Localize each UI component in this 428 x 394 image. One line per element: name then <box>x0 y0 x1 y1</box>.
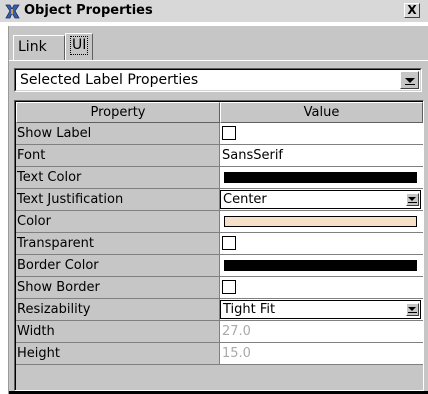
width-value: 27.0 <box>222 324 251 339</box>
property-value[interactable] <box>220 123 423 145</box>
properties-selector[interactable]: Selected Label Properties <box>14 68 422 92</box>
font-value[interactable]: SansSerif <box>222 145 283 166</box>
property-value: 15.0 <box>220 343 423 365</box>
property-name: Transparent <box>16 233 220 255</box>
property-value[interactable]: Center <box>220 189 423 211</box>
tab-link-label: Link <box>18 39 47 55</box>
window-title: Object Properties <box>24 3 153 18</box>
property-name: Show Border <box>16 277 220 299</box>
object-properties-window: Object Properties X Link UI Selected Lab… <box>0 0 428 394</box>
color-swatch[interactable] <box>224 216 417 227</box>
chevron-down-icon <box>405 78 415 83</box>
property-name: Height <box>16 343 220 365</box>
property-value: 27.0 <box>220 321 423 343</box>
border-color-swatch[interactable] <box>224 260 417 271</box>
property-name: Width <box>16 321 220 343</box>
property-value[interactable] <box>220 277 423 299</box>
property-value[interactable]: SansSerif <box>220 145 423 167</box>
text-color-swatch[interactable] <box>224 172 417 183</box>
table-row: Width 27.0 <box>16 321 423 343</box>
table-row: Resizability Tight Fit <box>16 299 423 321</box>
properties-selector-dropdown-button[interactable] <box>400 71 419 89</box>
show-label-checkbox[interactable] <box>222 126 236 140</box>
close-icon: X <box>407 3 417 17</box>
properties-selector-value: Selected Label Properties <box>20 72 199 88</box>
table-row: Border Color <box>16 255 423 277</box>
property-value[interactable] <box>220 211 423 233</box>
table-row: Text Justification Center <box>16 189 423 211</box>
table-row: Show Label <box>16 123 423 145</box>
tool-icon <box>5 4 20 19</box>
column-header-property[interactable]: Property <box>16 102 220 123</box>
tab-link[interactable]: Link <box>13 35 65 60</box>
resizability-select[interactable]: Tight Fit <box>220 300 421 319</box>
chevron-down-icon <box>408 307 416 311</box>
text-justification-select[interactable]: Center <box>220 190 421 209</box>
tab-panel-border <box>9 60 428 61</box>
chevron-down-icon <box>408 197 416 201</box>
property-value[interactable]: Tight Fit <box>220 299 423 321</box>
height-value: 15.0 <box>222 346 251 361</box>
property-value[interactable] <box>220 167 423 189</box>
table-row: Show Border <box>16 277 423 299</box>
property-value[interactable] <box>220 233 423 255</box>
resizability-dropdown-button[interactable] <box>406 303 419 316</box>
property-name: Border Color <box>16 255 220 277</box>
title-bar[interactable]: Object Properties X <box>0 0 428 22</box>
table-row: Color <box>16 211 423 233</box>
column-header-value[interactable]: Value <box>220 102 423 123</box>
property-name: Resizability <box>16 299 220 321</box>
text-justification-dropdown-button[interactable] <box>406 193 419 206</box>
table-row: Height 15.0 <box>16 343 423 365</box>
property-name: Color <box>16 211 220 233</box>
close-button[interactable]: X <box>404 3 420 18</box>
tab-ui[interactable]: UI <box>65 33 93 60</box>
properties-table: Property Value Show Label Font SansSerif… <box>14 100 424 391</box>
table-row: Text Color <box>16 167 423 189</box>
resizability-value: Tight Fit <box>223 302 276 317</box>
show-border-checkbox[interactable] <box>222 280 236 294</box>
property-value[interactable] <box>220 255 423 277</box>
tab-ui-label: UI <box>70 36 89 55</box>
property-name: Font <box>16 145 220 167</box>
text-justification-value: Center <box>223 192 267 207</box>
table-row: Transparent <box>16 233 423 255</box>
property-name: Show Label <box>16 123 220 145</box>
transparent-checkbox[interactable] <box>222 236 236 250</box>
table-row: Font SansSerif <box>16 145 423 167</box>
property-name: Text Justification <box>16 189 220 211</box>
client-area: Link UI Selected Label Properties Proper… <box>8 26 428 394</box>
property-name: Text Color <box>16 167 220 189</box>
